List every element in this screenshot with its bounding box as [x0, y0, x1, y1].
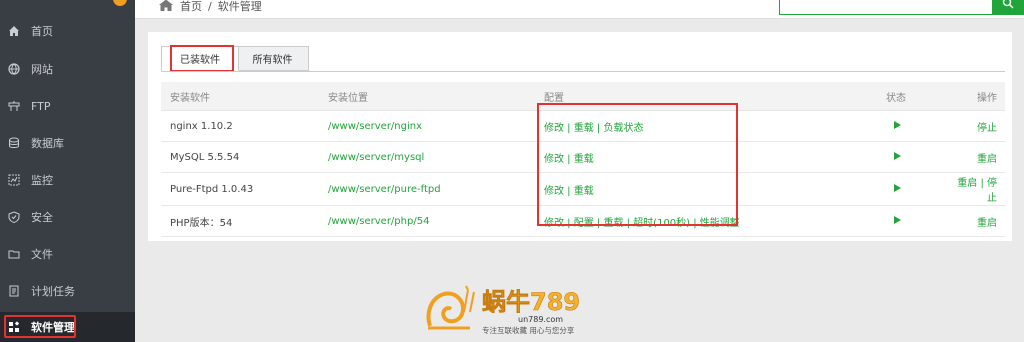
running-status-icon [894, 215, 901, 224]
column-header: 安装位置 [327, 82, 543, 111]
software-name: nginx 1.10.2 [161, 110, 327, 142]
action-links[interactable]: 重启 [947, 141, 1005, 173]
search-icon [1002, 0, 1014, 12]
sidebar-item-database[interactable]: 数据库 [0, 128, 135, 158]
sidebar-item-website[interactable]: 网站 [0, 54, 135, 84]
install-path-link[interactable]: /www/server/mysql [327, 141, 543, 173]
highlight-box [4, 315, 76, 338]
svg-text:蜗牛789: 蜗牛789 [482, 288, 580, 316]
snail-logo-icon: 蜗牛789 un789.com 专注互联收藏 用心与您分享 [426, 285, 580, 335]
globe-icon [7, 62, 21, 76]
watermark-logo: 蜗牛789 un789.com 专注互联收藏 用心与您分享 [424, 282, 614, 336]
column-header: 安装软件 [161, 82, 327, 111]
sidebar-item-label: 首页 [31, 25, 53, 38]
home-icon [7, 24, 21, 38]
action-links[interactable]: 重启 [947, 205, 1005, 237]
install-path-link[interactable]: /www/server/pure-ftpd [327, 172, 543, 206]
highlight-box [170, 45, 234, 72]
sidebar-item-label: 文件 [31, 248, 53, 261]
sidebar-item-label: FTP [31, 99, 51, 113]
sidebar-item-monitor[interactable]: 监控 [0, 165, 135, 195]
sidebar-item-label: 数据库 [31, 137, 64, 150]
software-name: Pure-Ftpd 1.0.43 [161, 172, 327, 206]
tab-all-software[interactable]: 所有软件 [236, 46, 309, 71]
shield-icon [7, 210, 21, 224]
svg-text:un789.com: un789.com [518, 315, 563, 324]
task-icon [7, 284, 21, 298]
config-highlight-box [537, 103, 738, 226]
folder-icon [7, 247, 21, 261]
tab-label: 所有软件 [252, 55, 293, 66]
breadcrumb-separator: / [208, 0, 212, 13]
column-header: 操作 [947, 82, 1005, 111]
action-links[interactable]: 重启 | 停止 [947, 172, 1005, 206]
breadcrumb-home[interactable]: 首页 [180, 0, 202, 14]
sidebar-item-tasks[interactable]: 计划任务 [0, 276, 135, 306]
running-status-icon [894, 183, 901, 192]
column-header: 状态 [885, 82, 947, 111]
monitor-icon [7, 173, 21, 187]
sidebar-item-ftp[interactable]: FTP [0, 91, 135, 121]
sidebar-item-software[interactable]: 软件管理 [0, 312, 135, 342]
search-button[interactable] [992, 0, 1024, 15]
search-input[interactable] [779, 0, 993, 15]
notification-dot [113, 0, 127, 6]
sidebar-item-security[interactable]: 安全 [0, 202, 135, 232]
sidebar-item-home[interactable]: 首页 [0, 16, 135, 46]
home-icon[interactable] [158, 0, 174, 14]
sidebar-item-files[interactable]: 文件 [0, 239, 135, 269]
sidebar: 首页 网站 FTP 数据库 监控 安全 文件 计划任务 软件管理 [0, 0, 135, 342]
breadcrumb: 首页 / 软件管理 [158, 0, 262, 14]
breadcrumb-current: 软件管理 [217, 0, 262, 13]
tab-divider [161, 71, 1005, 72]
sidebar-item-label: 监控 [31, 174, 53, 187]
install-path-link[interactable]: /www/server/nginx [327, 110, 543, 142]
software-name: PHP版本：54 [161, 205, 327, 237]
svg-text:专注互联收藏 用心与您分享: 专注互联收藏 用心与您分享 [482, 325, 575, 335]
ftp-icon [7, 99, 21, 113]
sidebar-item-label: 网站 [31, 63, 53, 76]
action-links[interactable]: 停止 [947, 110, 1005, 142]
database-icon [7, 136, 21, 150]
install-path-link[interactable]: /www/server/php/54 [327, 205, 543, 237]
sidebar-item-label: 安全 [31, 211, 53, 224]
running-status-icon [894, 120, 901, 129]
running-status-icon [894, 151, 901, 160]
software-name: MySQL 5.5.54 [161, 141, 327, 173]
sidebar-item-label: 计划任务 [31, 285, 75, 298]
tab-installed-software[interactable]: 已装软件 [161, 45, 239, 72]
